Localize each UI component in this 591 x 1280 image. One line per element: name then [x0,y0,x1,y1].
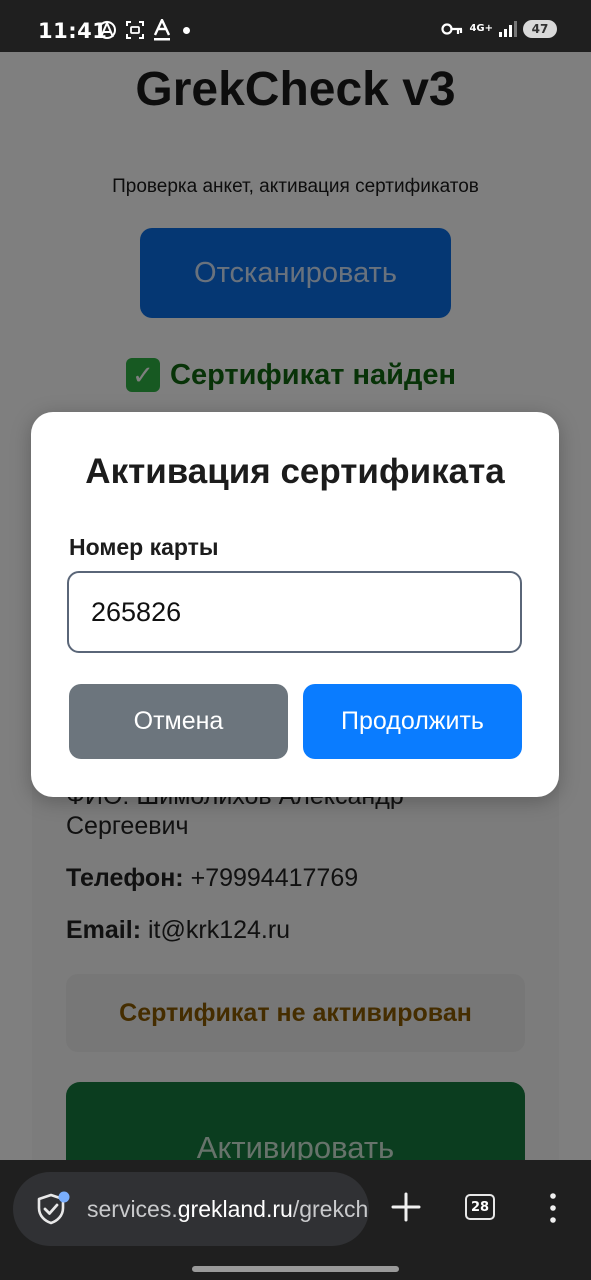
url-path: /grekcheck [292,1196,369,1222]
signal-icon [499,21,517,37]
url-text[interactable]: services.grekland.ru/grekcheck [87,1196,369,1223]
continue-button[interactable]: Продолжить [303,684,522,759]
cancel-button[interactable]: Отмена [69,684,288,759]
status-right-icons: 4G+ 47 [441,20,557,38]
modal-title: Активация сертификата [85,452,505,491]
status-left-icons [97,19,190,41]
network-type: 4G+ [469,23,493,34]
battery-indicator: 47 [523,20,557,38]
card-number-label: Номер карты [69,534,219,560]
url-host: services. [87,1196,178,1222]
tabs-counter-button[interactable]: 28 [465,1194,495,1220]
vpn-anarchy-icon [98,20,116,39]
notification-dot [183,26,190,34]
address-bar[interactable]: services.grekland.ru/grekcheck [13,1172,369,1246]
new-tab-plus-icon[interactable] [388,1189,424,1225]
url-host-main: grekland.ru [177,1196,293,1222]
screenshot-icon [126,21,144,39]
text-icon [153,19,171,41]
browser-toolbar: services.grekland.ru/grekcheck 28 [0,1160,591,1280]
shield-check-icon[interactable] [35,1191,71,1227]
activation-modal: Активация сертификата Номер карты Отмена… [31,412,559,797]
status-bar: 11:41 4G+ 47 [0,0,591,52]
key-icon [441,23,463,35]
home-indicator[interactable] [192,1266,399,1272]
more-menu-icon[interactable] [545,1190,561,1226]
card-number-input[interactable] [67,571,522,653]
